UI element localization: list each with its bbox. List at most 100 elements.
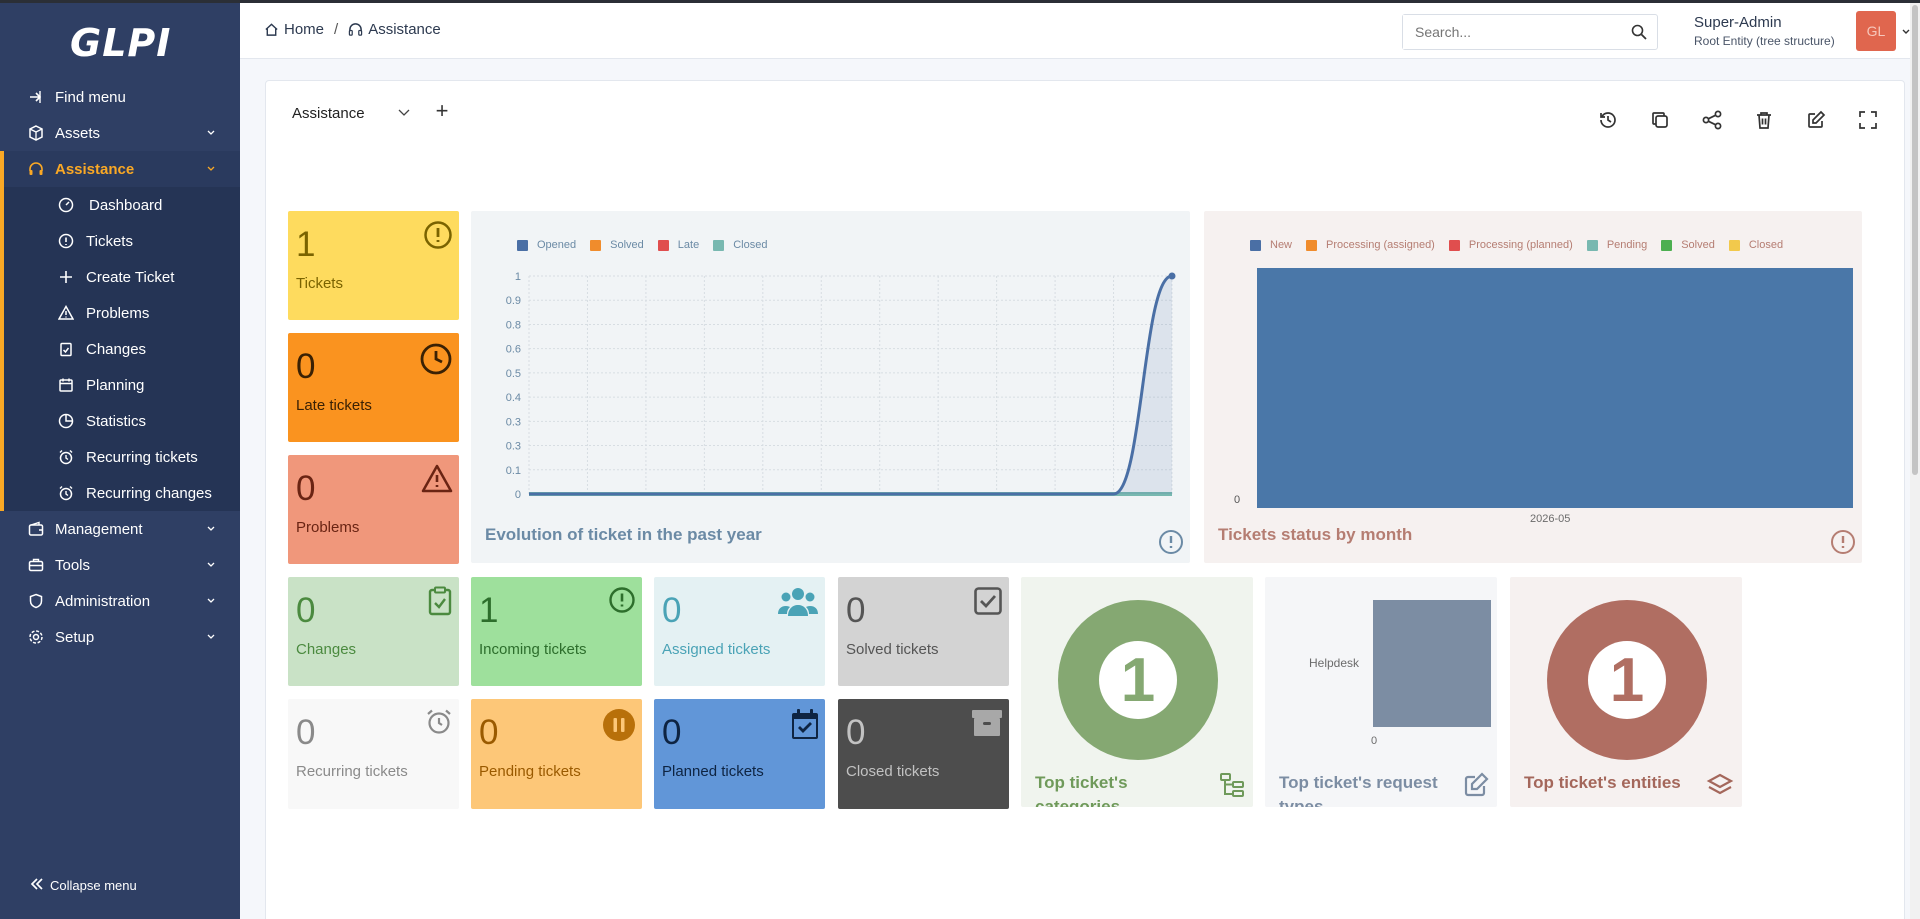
alert-triangle-icon bbox=[57, 304, 75, 322]
x-tick-label: 2026-05 bbox=[1530, 513, 1571, 525]
legend-item-pending[interactable]: Pending bbox=[1586, 239, 1647, 251]
sidebar-item-tickets[interactable]: Tickets bbox=[4, 223, 240, 259]
chart-ticket-evolution: Opened Solved Late Closed 0 0.1 0.3 0.3 0.4 0… bbox=[471, 211, 1190, 563]
tile-assigned-tickets[interactable]: 0 Assigned tickets bbox=[654, 577, 825, 686]
legend-label: New bbox=[1270, 239, 1293, 251]
tile-value: 0 bbox=[296, 347, 316, 386]
home-icon bbox=[264, 22, 279, 37]
legend-item-closed[interactable]: Closed bbox=[1728, 239, 1783, 251]
chart-bar-helpdesk[interactable] bbox=[1373, 600, 1491, 727]
chevron-down-icon bbox=[398, 109, 410, 116]
headset-icon bbox=[348, 22, 363, 37]
sidebar-item-assets[interactable]: Assets bbox=[0, 115, 240, 151]
breadcrumb-home[interactable]: Home bbox=[284, 21, 324, 38]
tile-recurring-tickets[interactable]: 0 Recurring tickets bbox=[288, 699, 459, 809]
chart-bar-new[interactable] bbox=[1257, 268, 1853, 508]
pie-chart-icon bbox=[57, 412, 75, 430]
calendar-check-icon bbox=[792, 709, 818, 739]
tile-late-tickets[interactable]: 0 Late tickets bbox=[288, 333, 459, 442]
sidebar-item-management[interactable]: Management bbox=[0, 511, 240, 547]
legend-item-solved[interactable]: Solved bbox=[1661, 239, 1715, 251]
avatar[interactable]: GL bbox=[1856, 11, 1896, 51]
sidebar-item-create-ticket[interactable]: Create Ticket bbox=[4, 259, 240, 295]
legend-swatch bbox=[1661, 239, 1673, 251]
delete-button[interactable] bbox=[1738, 107, 1790, 133]
edit-icon bbox=[1808, 110, 1826, 128]
tile-planned-tickets[interactable]: 0 Planned tickets bbox=[654, 699, 825, 809]
scrollbar-thumb[interactable] bbox=[1912, 5, 1918, 475]
sidebar-item-tools[interactable]: Tools bbox=[0, 547, 240, 583]
alert-circle-icon[interactable] bbox=[1158, 529, 1184, 555]
tile-pending-tickets[interactable]: 0 Pending tickets bbox=[471, 699, 642, 809]
dashboard-select[interactable]: Assistance bbox=[286, 97, 424, 129]
breadcrumb: Home / Assistance bbox=[264, 21, 441, 38]
tile-closed-tickets[interactable]: 0 Closed tickets bbox=[838, 699, 1009, 809]
alarm-icon bbox=[427, 709, 451, 734]
edit-button[interactable] bbox=[1790, 107, 1842, 133]
tile-solved-tickets[interactable]: 0 Solved tickets bbox=[838, 577, 1009, 686]
share-button[interactable] bbox=[1686, 107, 1738, 133]
tile-top-ticket-categories[interactable]: 1 Top ticket's categories bbox=[1021, 577, 1253, 807]
sidebar-item-planning[interactable]: Planning bbox=[4, 367, 240, 403]
glpi-logo[interactable]: GLPI bbox=[70, 21, 171, 65]
x-tick-label: 0 bbox=[1371, 735, 1378, 747]
legend-item-new[interactable]: New bbox=[1250, 239, 1292, 251]
legend-item-processing-assigned[interactable]: Processing (assigned) bbox=[1306, 239, 1435, 251]
tile-top-ticket-request-types[interactable]: Helpdesk 0 Top ticket's request types bbox=[1265, 577, 1497, 807]
series-line-opened bbox=[528, 274, 1173, 496]
double-chevron-left-icon bbox=[30, 877, 44, 894]
assistance-submenu: Dashboard Tickets Create Ticket Problems bbox=[0, 187, 240, 511]
alert-circle-icon bbox=[424, 221, 452, 249]
sidebar-item-dashboard[interactable]: Dashboard bbox=[4, 187, 240, 223]
sidebar-item-statistics[interactable]: Statistics bbox=[4, 403, 240, 439]
y-tick-label: 0.8 bbox=[506, 319, 521, 331]
sidebar-item-setup[interactable]: Setup bbox=[0, 619, 240, 655]
sidebar-item-label: Administration bbox=[55, 592, 151, 610]
sidebar-item-administration[interactable]: Administration bbox=[0, 583, 240, 619]
sidebar-item-recurring-changes[interactable]: Recurring changes bbox=[4, 475, 240, 511]
sidebar-item-label: Assistance bbox=[55, 160, 135, 178]
donut-value: 1 bbox=[1609, 646, 1645, 715]
sidebar-item-recurring-tickets[interactable]: Recurring tickets bbox=[4, 439, 240, 475]
tile-tickets[interactable]: 1 Tickets bbox=[288, 211, 459, 320]
chevron-down-icon bbox=[207, 130, 215, 135]
search-input[interactable] bbox=[1403, 15, 1613, 49]
history-button[interactable] bbox=[1582, 107, 1634, 133]
tile-label: Assigned tickets bbox=[662, 641, 771, 658]
sidebar-item-changes[interactable]: Changes bbox=[4, 331, 240, 367]
clone-button[interactable] bbox=[1634, 107, 1686, 133]
tile-value: 0 bbox=[296, 591, 316, 630]
chart-ticket-status: New Processing (assigned) Processing (pl… bbox=[1204, 211, 1862, 563]
y-tick-label: 0.4 bbox=[506, 392, 521, 404]
collapse-menu-button[interactable]: Collapse menu bbox=[30, 877, 137, 894]
sidebar-item-label: Dashboard bbox=[89, 196, 163, 214]
alert-triangle-icon bbox=[421, 464, 453, 493]
headset-icon bbox=[27, 160, 45, 178]
legend-item-processing-planned[interactable]: Processing (planned) bbox=[1448, 239, 1573, 251]
tile-changes[interactable]: 0 Changes bbox=[288, 577, 459, 686]
legend-swatch bbox=[1586, 239, 1598, 251]
user-menu[interactable]: Super-Admin Root Entity (tree structure) bbox=[1694, 14, 1835, 48]
tile-value: 0 bbox=[662, 713, 682, 752]
sidebar-item-label: Tickets bbox=[86, 232, 133, 250]
breadcrumb-assistance[interactable]: Assistance bbox=[368, 21, 441, 38]
tile-top-ticket-entities[interactable]: 1 Top ticket's entities bbox=[1510, 577, 1742, 807]
data-point bbox=[1168, 272, 1176, 280]
y-tick-label: 0.5 bbox=[506, 368, 521, 380]
user-entity: Root Entity (tree structure) bbox=[1694, 34, 1835, 48]
tile-problems[interactable]: 0 Problems bbox=[288, 455, 459, 564]
dashboard-select-value: Assistance bbox=[292, 104, 365, 122]
sidebar-item-problems[interactable]: Problems bbox=[4, 295, 240, 331]
sidebar-item-find-menu[interactable]: Find menu bbox=[0, 79, 240, 115]
add-dashboard-button[interactable]: + bbox=[431, 100, 453, 122]
tile-incoming-tickets[interactable]: 1 Incoming tickets bbox=[471, 577, 642, 686]
alert-circle-icon[interactable] bbox=[1830, 529, 1856, 555]
sidebar-item-assistance[interactable]: Assistance bbox=[0, 151, 240, 187]
y-tick-label: 0 bbox=[515, 489, 521, 501]
collapse-menu-label: Collapse menu bbox=[50, 878, 137, 893]
search-icon[interactable] bbox=[1631, 24, 1647, 45]
tile-value: 1 bbox=[479, 591, 499, 630]
page-scrollbar[interactable] bbox=[1910, 3, 1920, 919]
fullscreen-button[interactable] bbox=[1842, 107, 1894, 133]
sidebar-item-label: Recurring changes bbox=[86, 484, 212, 502]
